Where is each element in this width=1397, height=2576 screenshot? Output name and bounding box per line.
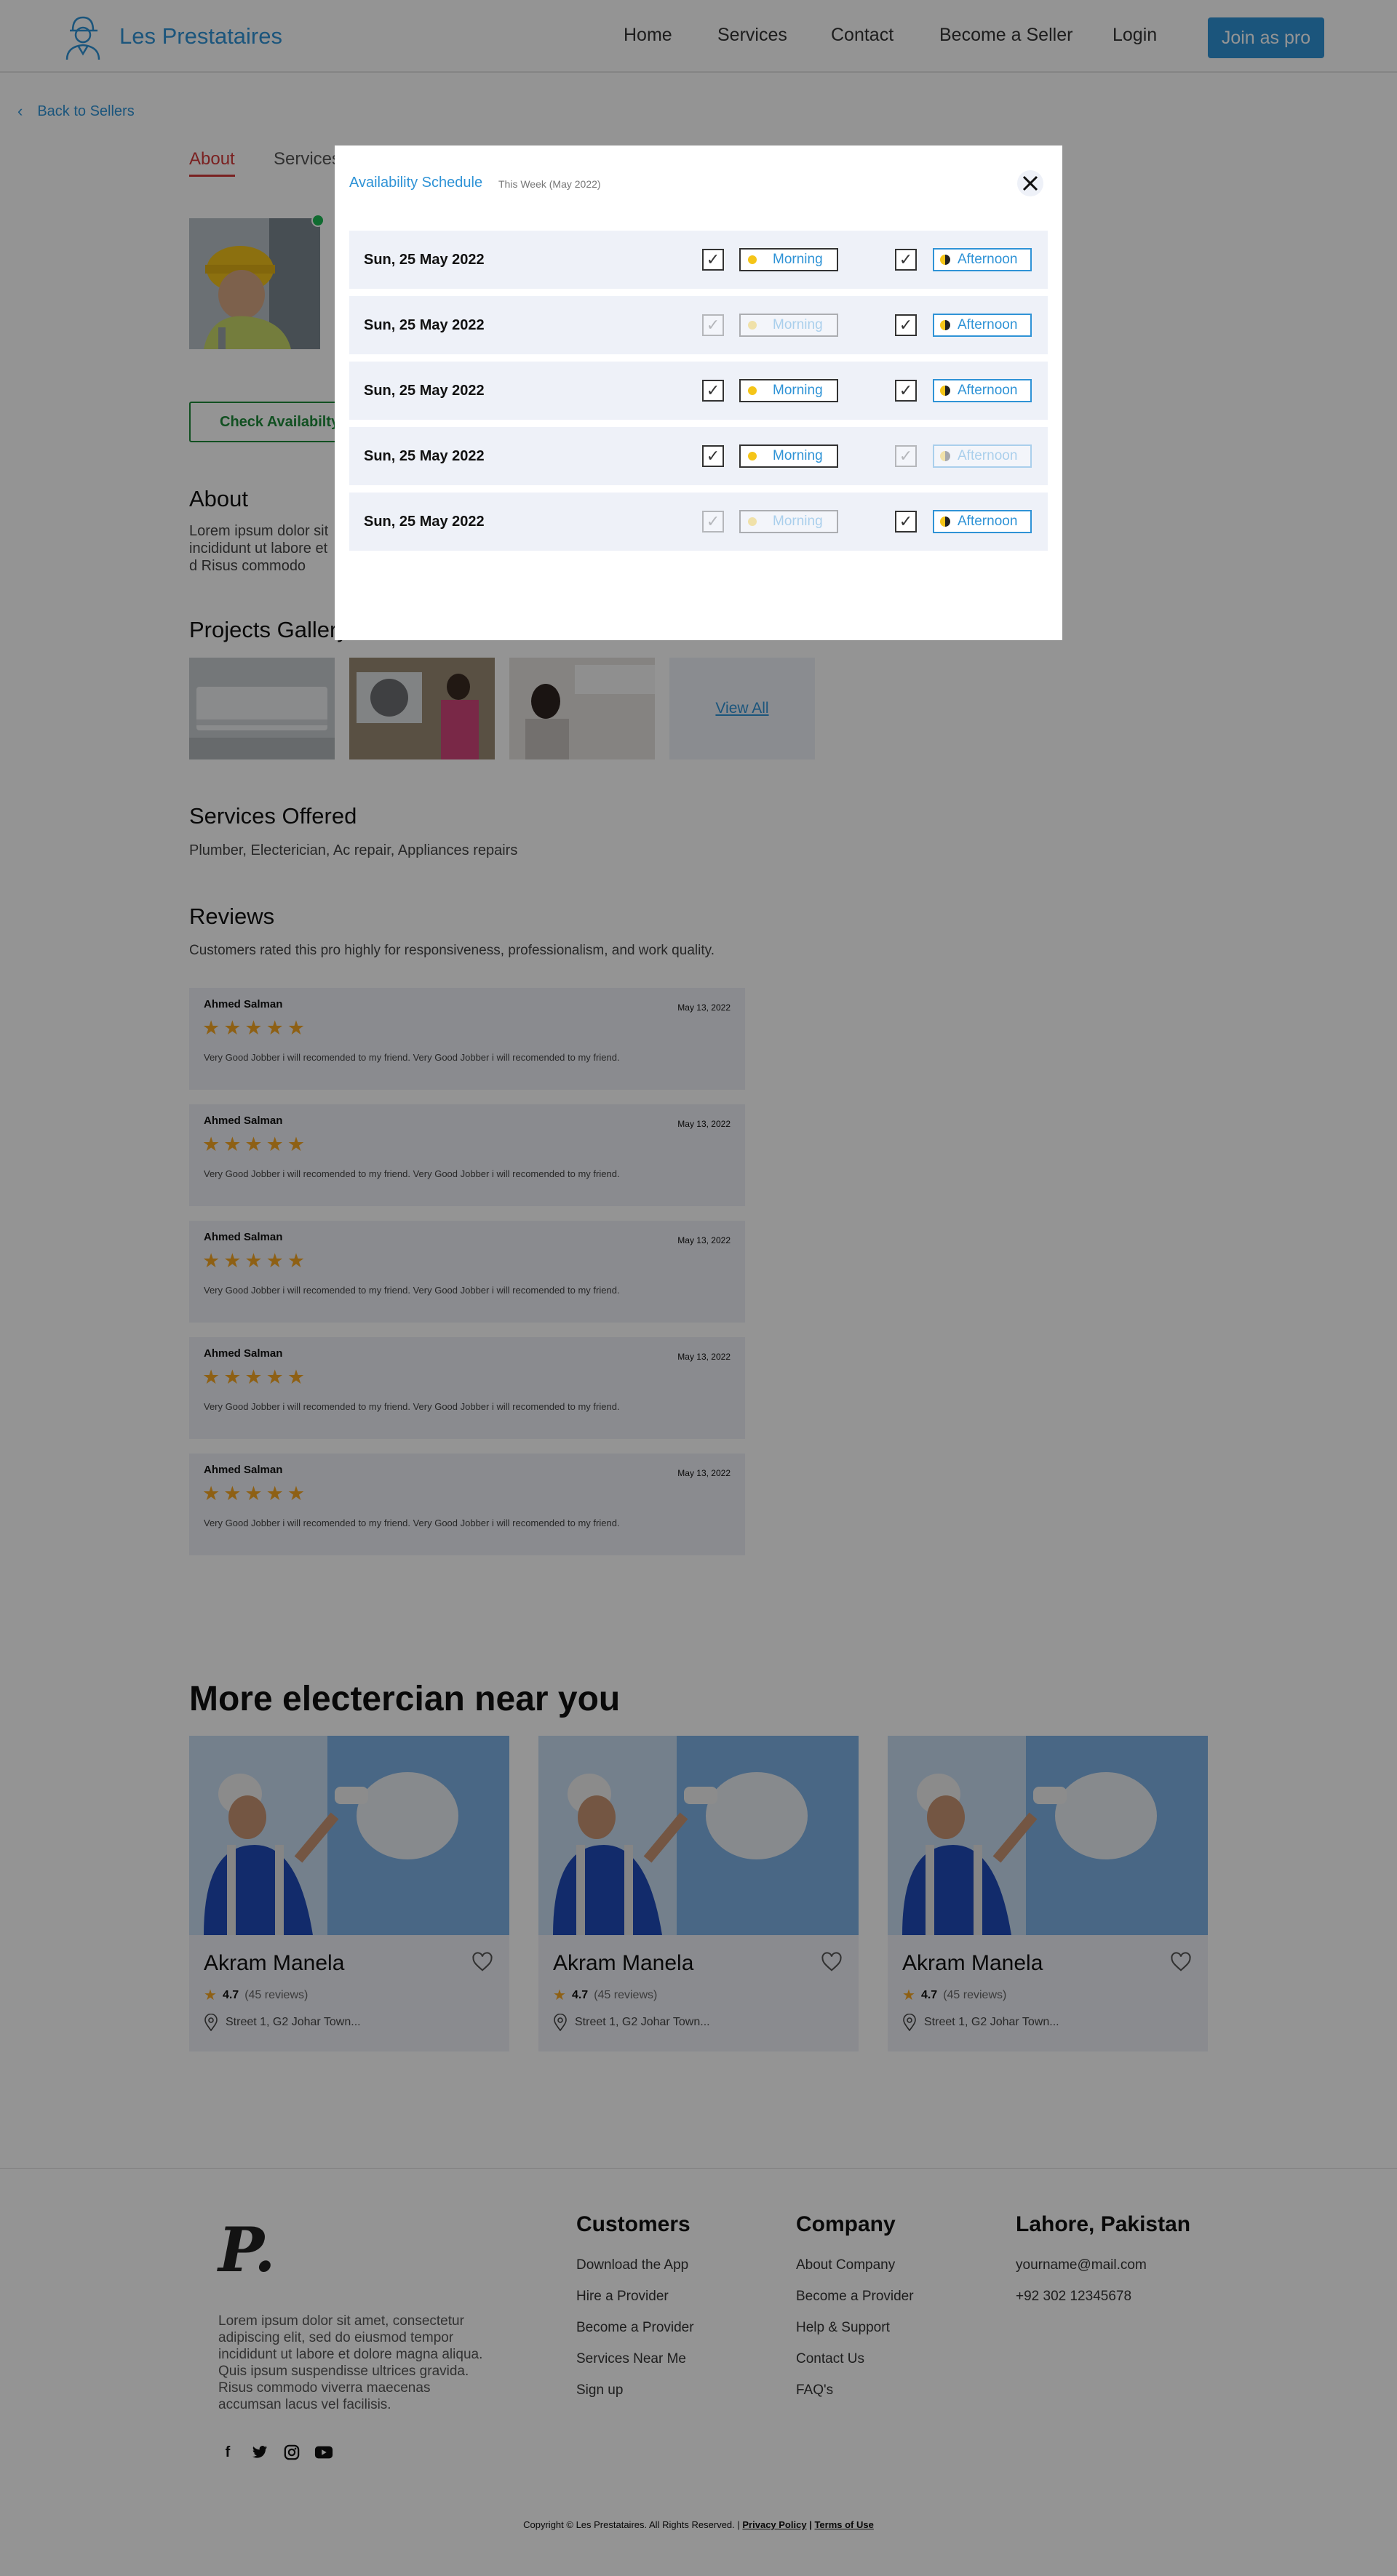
modal-title: Availability Schedule: [349, 175, 483, 191]
morning-slot[interactable]: Morning: [739, 248, 838, 271]
afternoon-slot[interactable]: Afternoon: [933, 510, 1032, 533]
modal-subtitle: This Week (May 2022): [498, 178, 601, 190]
half-moon-icon: [940, 255, 950, 265]
half-moon-icon: [940, 451, 950, 461]
morning-label: Morning: [773, 514, 823, 529]
afternoon-checkbox[interactable]: ✓: [895, 445, 917, 467]
schedule-date: Sun, 25 May 2022: [364, 514, 485, 530]
schedule-row: Sun, 25 May 2022 ✓ Morning ✓ Afternoon: [349, 493, 1048, 551]
afternoon-slot[interactable]: Afternoon: [933, 379, 1032, 402]
morning-label: Morning: [773, 383, 823, 398]
close-icon[interactable]: [1017, 170, 1043, 196]
sun-icon: [748, 386, 757, 395]
morning-label: Morning: [773, 317, 823, 332]
sun-icon: [748, 321, 757, 330]
afternoon-slot[interactable]: Afternoon: [933, 248, 1032, 271]
half-moon-icon: [940, 320, 950, 330]
availability-modal: Availability Schedule This Week (May 202…: [335, 145, 1062, 640]
morning-checkbox[interactable]: ✓: [702, 445, 724, 467]
afternoon-label: Afternoon: [958, 252, 1018, 267]
schedule-row: Sun, 25 May 2022 ✓ Morning ✓ Afternoon: [349, 362, 1048, 420]
afternoon-checkbox[interactable]: ✓: [895, 314, 917, 336]
sun-icon: [748, 452, 757, 460]
sun-icon: [748, 255, 757, 264]
morning-slot[interactable]: Morning: [739, 444, 838, 468]
schedule-row: Sun, 25 May 2022 ✓ Morning ✓ Afternoon: [349, 427, 1048, 485]
afternoon-label: Afternoon: [958, 448, 1018, 463]
schedule-date: Sun, 25 May 2022: [364, 448, 485, 464]
schedule-date: Sun, 25 May 2022: [364, 252, 485, 268]
afternoon-label: Afternoon: [958, 383, 1018, 398]
schedule-row: Sun, 25 May 2022 ✓ Morning ✓ Afternoon: [349, 296, 1048, 354]
sun-icon: [748, 517, 757, 526]
afternoon-checkbox[interactable]: ✓: [895, 249, 917, 271]
half-moon-icon: [940, 517, 950, 527]
afternoon-label: Afternoon: [958, 317, 1018, 332]
afternoon-slot[interactable]: Afternoon: [933, 444, 1032, 468]
afternoon-label: Afternoon: [958, 514, 1018, 529]
afternoon-checkbox[interactable]: ✓: [895, 511, 917, 533]
schedule-date: Sun, 25 May 2022: [364, 317, 485, 333]
morning-slot[interactable]: Morning: [739, 314, 838, 337]
morning-slot[interactable]: Morning: [739, 379, 838, 402]
morning-slot[interactable]: Morning: [739, 510, 838, 533]
morning-checkbox[interactable]: ✓: [702, 511, 724, 533]
half-moon-icon: [940, 386, 950, 396]
morning-checkbox[interactable]: ✓: [702, 249, 724, 271]
morning-label: Morning: [773, 252, 823, 267]
afternoon-checkbox[interactable]: ✓: [895, 380, 917, 402]
schedule-row: Sun, 25 May 2022 ✓ Morning ✓ Afternoon: [349, 231, 1048, 289]
morning-checkbox[interactable]: ✓: [702, 380, 724, 402]
afternoon-slot[interactable]: Afternoon: [933, 314, 1032, 337]
morning-label: Morning: [773, 448, 823, 463]
schedule-date: Sun, 25 May 2022: [364, 383, 485, 399]
morning-checkbox[interactable]: ✓: [702, 314, 724, 336]
